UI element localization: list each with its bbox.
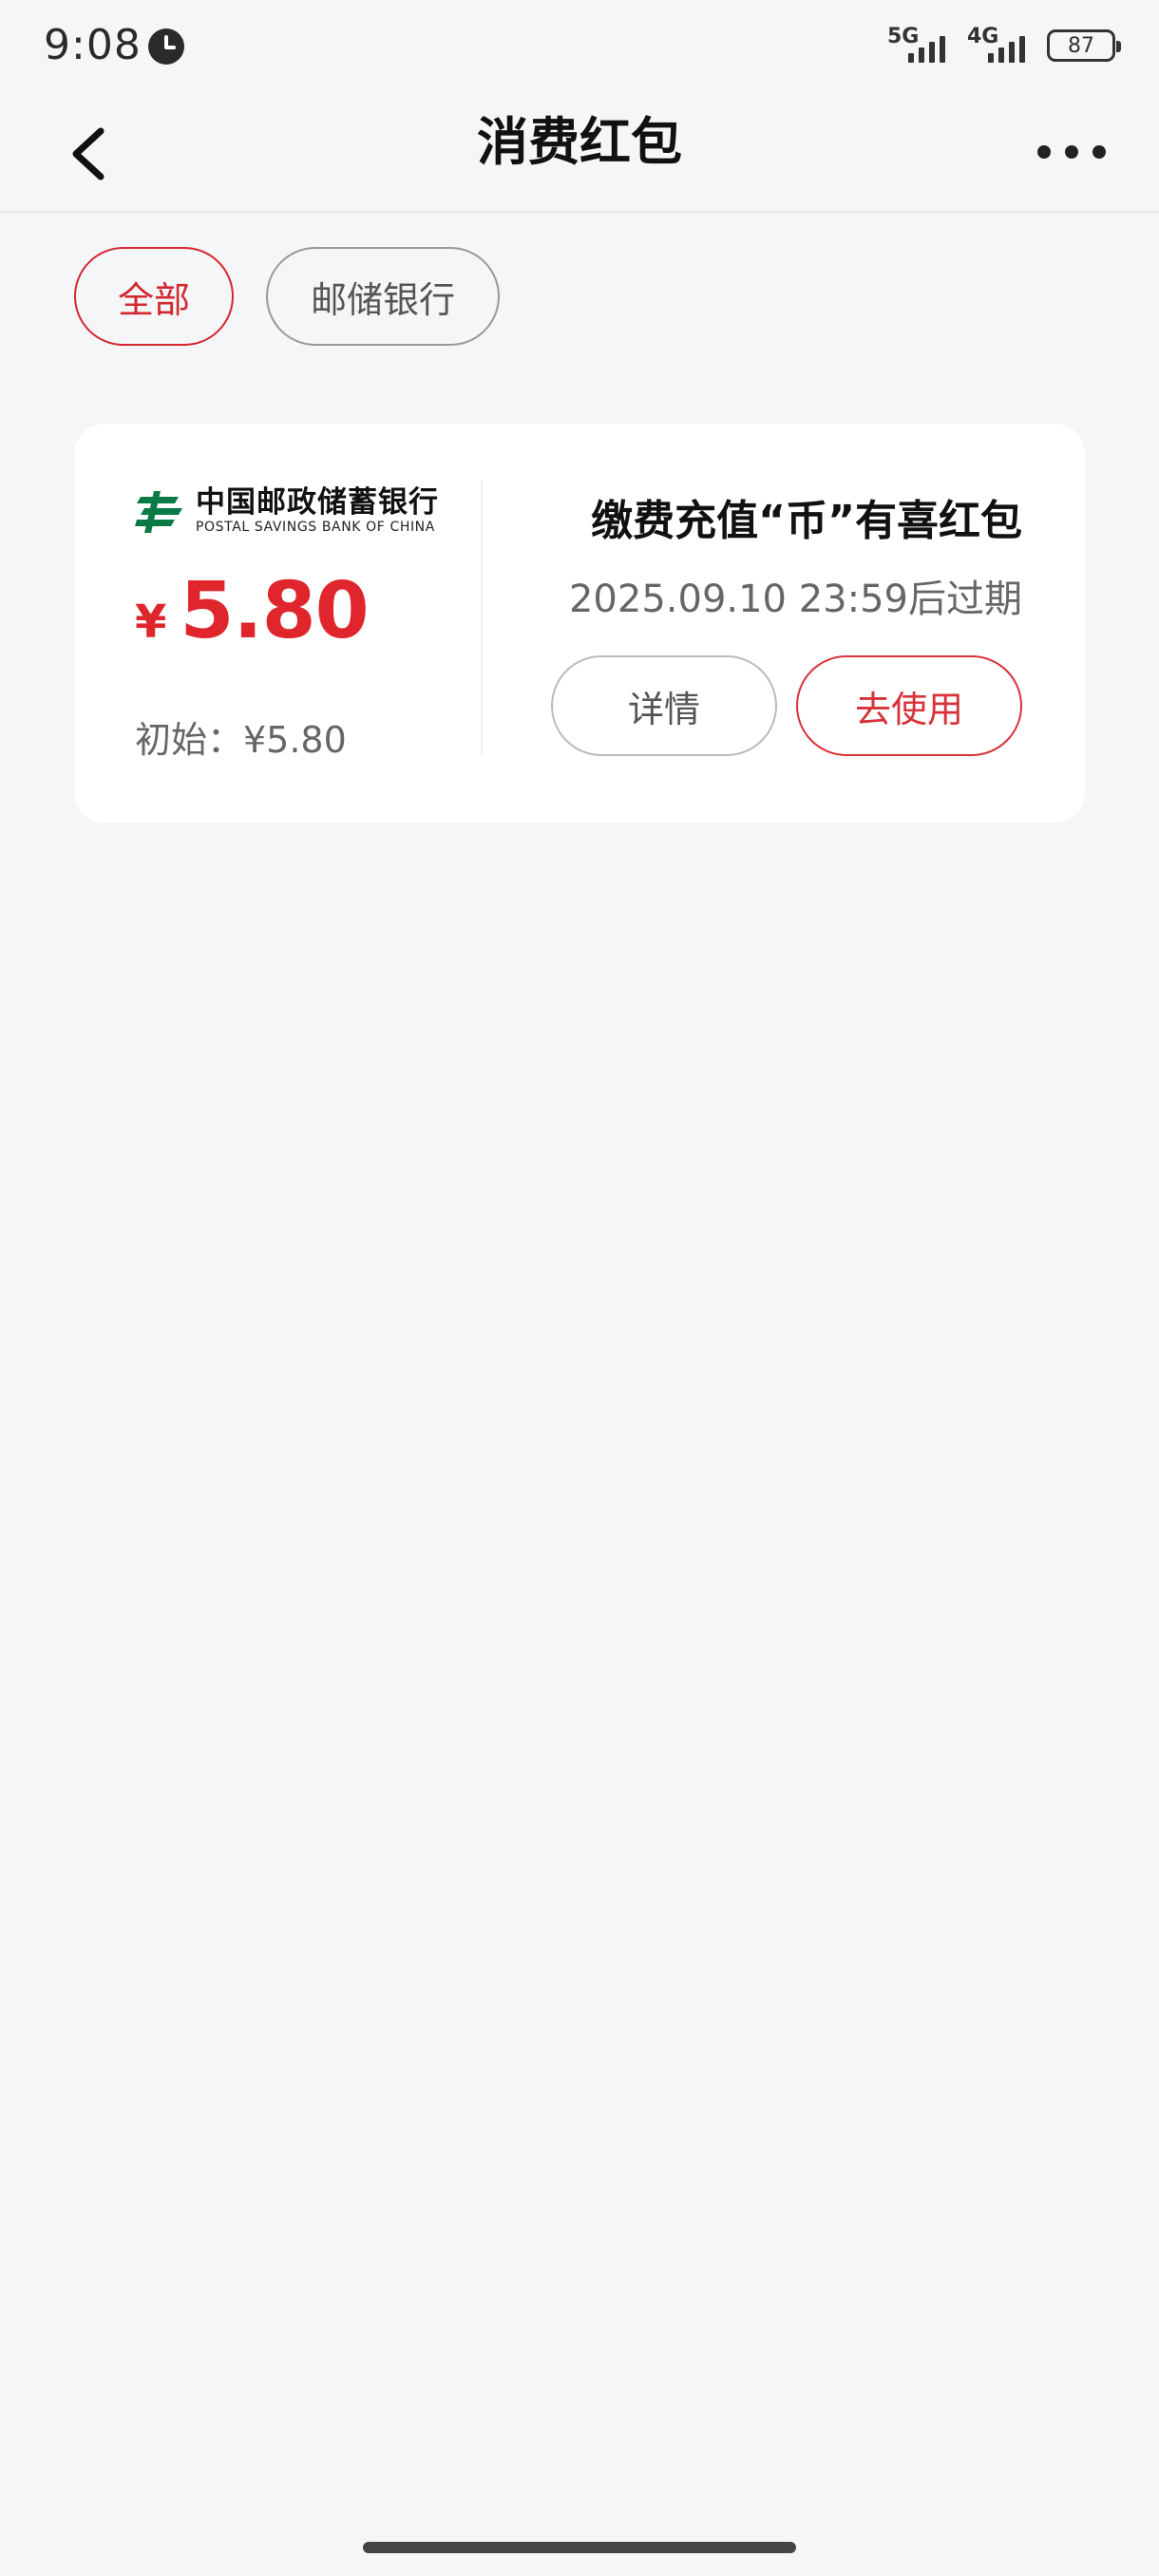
signal-bars xyxy=(988,36,1025,63)
red-packet-title: 缴费充值“币”有喜红包 xyxy=(591,497,1022,545)
bank-name-en: POSTAL SAVINGS BANK OF CHINA xyxy=(196,520,435,535)
bank-name: 中国邮政储蓄银行 POSTAL SAVINGS BANK OF CHINA xyxy=(196,486,439,536)
bank-name-cn: 中国邮政储蓄银行 xyxy=(196,485,439,520)
red-packet-card: 中国邮政储蓄银行 POSTAL SAVINGS BANK OF CHINA ¥ … xyxy=(74,424,1085,823)
filter-chip-all[interactable]: 全部 xyxy=(74,247,234,346)
detail-button[interactable]: 详情 xyxy=(551,655,777,756)
card-divider xyxy=(481,481,483,756)
signal-icon: 5G xyxy=(887,25,954,66)
psbc-logo-icon xyxy=(135,491,182,533)
status-indicators: 5G 4G 87 xyxy=(887,25,1121,66)
red-packet-amount: ¥ 5.80 xyxy=(135,566,370,656)
page-title: 消费红包 xyxy=(477,112,682,172)
alarm-icon xyxy=(148,28,184,65)
battery-level: 87 xyxy=(1068,33,1094,58)
currency-symbol: ¥ xyxy=(135,596,167,649)
bank-logo: 中国邮政储蓄银行 POSTAL SAVINGS BANK OF CHINA xyxy=(135,486,439,536)
filter-chip-psbc[interactable]: 邮储银行 xyxy=(266,247,500,346)
expiry-text: 2025.09.10 23:59后过期 xyxy=(568,578,1022,621)
filter-tabs: 全部 邮储银行 xyxy=(74,247,500,346)
more-dots-icon[interactable] xyxy=(1037,133,1106,171)
battery-icon: 87 xyxy=(1047,29,1121,62)
use-button[interactable]: 去使用 xyxy=(796,655,1022,756)
signal-icon: 4G xyxy=(967,25,1034,66)
home-indicator[interactable] xyxy=(363,2542,796,2553)
page: 9:08 5G 4G 87 消费红包 全部 邮储银行 中国邮政储蓄银行 POST… xyxy=(0,0,1159,2576)
signal-bars xyxy=(908,36,945,63)
header: 消费红包 xyxy=(0,95,1159,213)
amount-value: 5.80 xyxy=(180,566,369,656)
initial-amount: 初始：¥5.80 xyxy=(135,719,347,761)
status-bar: 9:08 5G 4G 87 xyxy=(0,0,1159,95)
status-time: 9:08 xyxy=(44,21,142,69)
